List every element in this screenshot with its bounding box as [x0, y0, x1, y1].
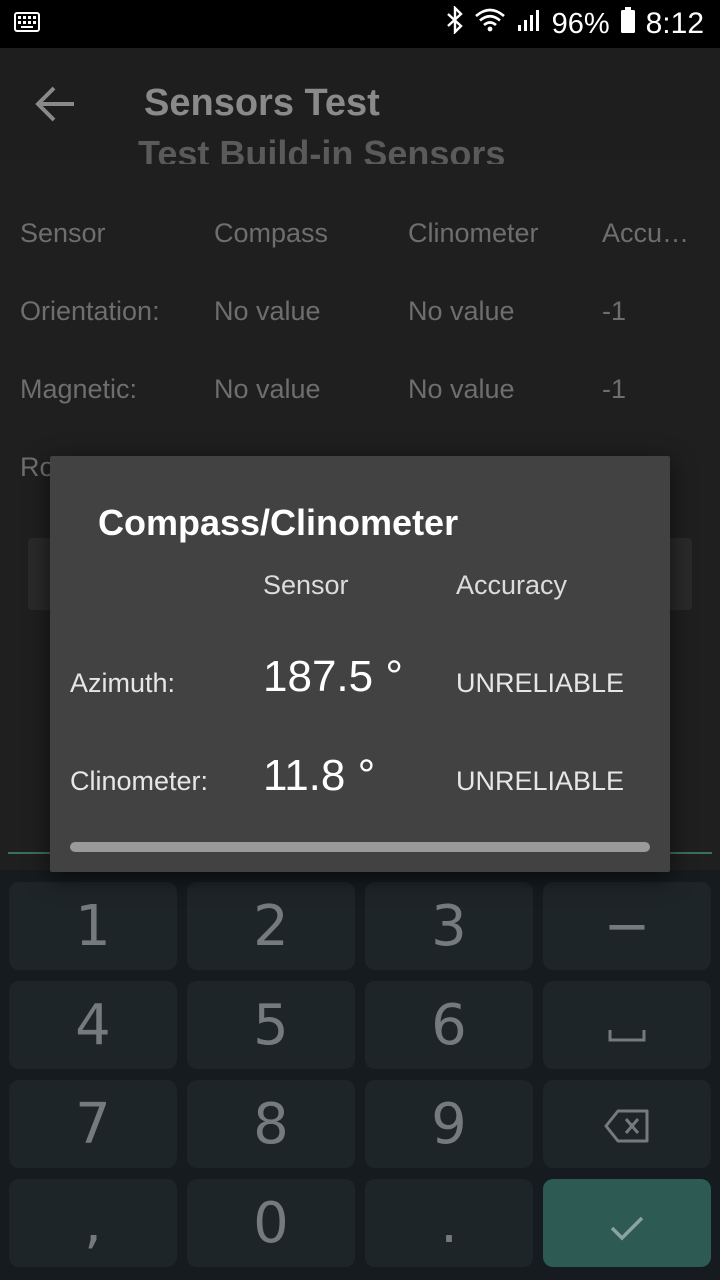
azimuth-value: 187.5 ° [263, 652, 403, 701]
clinometer-value: No value [408, 374, 515, 404]
wifi-icon [474, 7, 506, 41]
dialog-title: Compass/Clinometer [98, 502, 459, 543]
key-comma[interactable]: , [9, 1179, 177, 1267]
dialog-header-accuracy: Accuracy [456, 570, 568, 600]
bluetooth-icon [446, 5, 464, 42]
status-bar: 96% 8:12 [0, 0, 720, 48]
back-arrow-icon[interactable] [34, 84, 78, 124]
key-8[interactable]: 8 [187, 1080, 355, 1168]
clinometer-accuracy: UNRELIABLE [456, 766, 625, 796]
dialog-scrollbar[interactable] [70, 842, 650, 852]
compass-value: No value [214, 296, 321, 326]
key-period[interactable]: . [365, 1179, 533, 1267]
row-label: Orientation: [20, 296, 160, 326]
header-compass: Compass [214, 218, 329, 248]
key-enter[interactable] [543, 1179, 711, 1267]
key-6[interactable]: 6 [365, 981, 533, 1069]
table-row: Orientation: No value No value -1 [20, 286, 710, 364]
key-5[interactable]: 5 [187, 981, 355, 1069]
accuracy-value: -1 [602, 374, 627, 404]
backspace-icon [604, 1092, 650, 1157]
section-heading: Test Build-in Sensors [138, 133, 506, 164]
app-bar: Sensors Test Test Build-in Sensors [0, 48, 720, 164]
header-sensor: Sensor [20, 218, 106, 248]
key-3[interactable]: 3 [365, 882, 533, 970]
key-9[interactable]: 9 [365, 1080, 533, 1168]
row-label: Magnetic: [20, 374, 138, 404]
key-0[interactable]: 0 [187, 1179, 355, 1267]
clinometer-value: No value [408, 296, 515, 326]
space-icon [607, 993, 647, 1058]
signal-icon [516, 7, 542, 41]
checkmark-icon [609, 1191, 645, 1256]
table-row: Magnetic: No value No value -1 [20, 364, 710, 442]
key-1[interactable]: 1 [9, 882, 177, 970]
header-clinometer: Clinometer [408, 218, 539, 248]
compass-clinometer-dialog: Compass/Clinometer Sensor Accuracy Azimu… [50, 456, 670, 872]
keyboard-icon [14, 12, 40, 37]
battery-percent: 96% [551, 7, 610, 40]
clinometer-label: Clinometer: [70, 766, 209, 796]
header-accuracy: Accuracy [602, 218, 694, 248]
sensor-table: Sensor Compass Clinometer Accuracy Orien… [20, 208, 710, 442]
compass-value: No value [214, 374, 321, 404]
dialog-header-sensor: Sensor [263, 570, 349, 600]
numeric-keyboard: 1 2 3 − 4 5 6 7 8 9 , 0 . [0, 870, 720, 1280]
key-space[interactable] [543, 981, 711, 1069]
key-2[interactable]: 2 [187, 882, 355, 970]
clock: 8:12 [645, 7, 704, 40]
accuracy-value: -1 [602, 296, 627, 326]
page-title: Sensors Test [144, 82, 380, 124]
battery-icon [620, 6, 636, 42]
table-header-row: Sensor Compass Clinometer Accuracy [20, 208, 710, 286]
key-minus[interactable]: − [543, 882, 711, 970]
key-7[interactable]: 7 [9, 1080, 177, 1168]
azimuth-label: Azimuth: [70, 668, 176, 698]
clinometer-value: 11.8 ° [263, 751, 376, 800]
key-4[interactable]: 4 [9, 981, 177, 1069]
key-backspace[interactable] [543, 1080, 711, 1168]
azimuth-accuracy: UNRELIABLE [456, 668, 625, 698]
